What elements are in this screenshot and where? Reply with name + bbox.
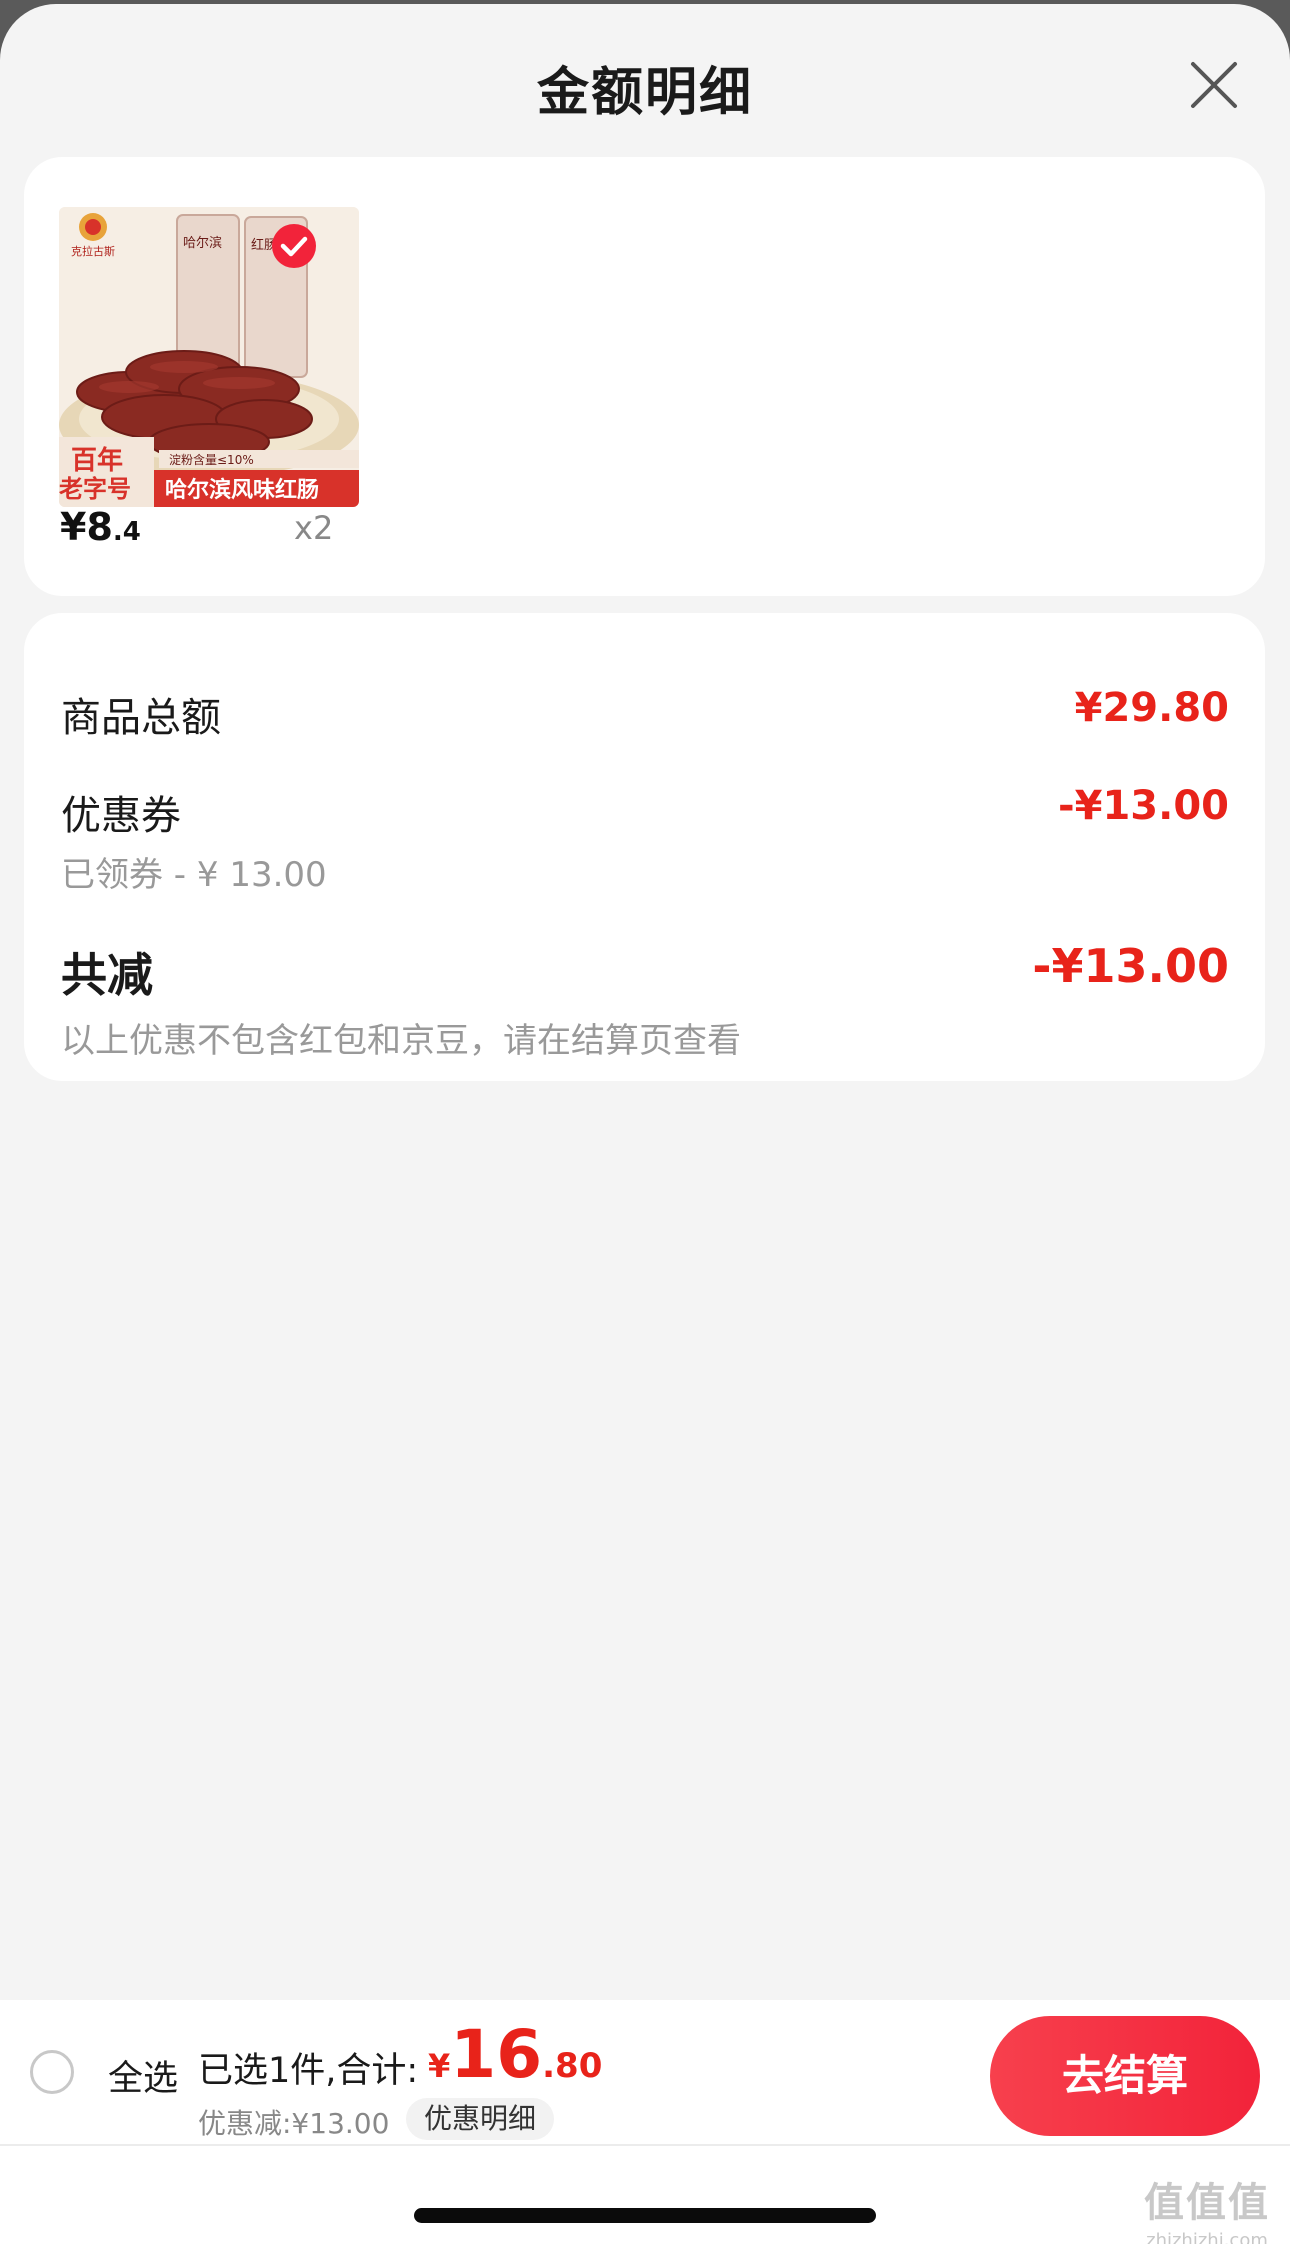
watermark-url: zhizhizhi.com	[1146, 2230, 1268, 2244]
home-indicator[interactable]	[414, 2208, 876, 2223]
discount-note: 以上优惠不包含红包和京豆，请在结算页查看	[61, 1021, 741, 1061]
discount-amount: 优惠减:¥13.00	[198, 2107, 390, 2140]
total-price: ¥16.80	[428, 2016, 602, 2093]
badge-text-1: 百年	[71, 445, 123, 476]
goods-total-value: ¥29.80	[1074, 685, 1229, 731]
close-icon	[1191, 62, 1237, 108]
spec-text: 淀粉含量≤10%	[169, 452, 254, 467]
coupon-label: 优惠券	[61, 793, 181, 839]
product-price: ¥8.4	[60, 505, 141, 549]
checkout-button[interactable]: 去结算	[990, 2016, 1260, 2136]
total-dec: .80	[542, 2046, 603, 2086]
goods-total-label: 商品总额	[61, 695, 221, 741]
brand-text: 克拉古斯	[71, 244, 115, 258]
summary-card: 商品总额 ¥29.80 优惠券 -¥13.00 已领券 - ¥ 13.00 共减…	[24, 613, 1265, 1081]
selected-count-text: 已选1件,合计:	[198, 2051, 419, 2091]
select-all-label[interactable]: 全选	[108, 2050, 178, 2101]
product-card: 克拉古斯 哈尔滨 红肠 百年 老字号 淀粉含量≤10% 哈尔滨风味红肠 ¥8.4…	[24, 157, 1265, 596]
total-reduce-value: -¥13.00	[1032, 939, 1229, 993]
close-button[interactable]	[1185, 56, 1243, 114]
total-int: 16	[450, 2016, 543, 2093]
discount-detail-link[interactable]: 优惠明细	[406, 2098, 555, 2140]
total-reduce-label: 共减	[61, 948, 153, 1002]
package-label-1: 哈尔滨	[183, 235, 222, 251]
select-all-radio[interactable]	[30, 2050, 74, 2094]
badge-text-2: 老字号	[59, 475, 131, 503]
watermark: 值值值 zhizhizhi.com	[1132, 2170, 1282, 2244]
product-name-banner: 哈尔滨风味红肠	[165, 477, 319, 503]
amount-detail-sheet: 金额明细 克拉古斯 哈尔滨 红肠 百年 老字号 淀粉含量≤10% 哈尔滨风味红肠…	[0, 4, 1290, 2244]
product-price-int: ¥8	[60, 505, 113, 549]
coupon-sub: 已领券 - ¥ 13.00	[61, 855, 327, 895]
product-quantity: x2	[294, 509, 334, 547]
checkout-bar: 全选 已选1件,合计: ¥16.80 优惠减:¥13.00 优惠明细 去结算 值…	[0, 2000, 1290, 2244]
watermark-logo: 值值值	[1144, 2180, 1270, 2226]
page-title: 金额明细	[536, 63, 753, 123]
total-yen: ¥	[428, 2047, 451, 2085]
coupon-value: -¥13.00	[1058, 783, 1229, 829]
divider	[0, 2144, 1290, 2146]
product-price-dec: .4	[112, 517, 141, 547]
selected-check-icon	[272, 224, 316, 268]
